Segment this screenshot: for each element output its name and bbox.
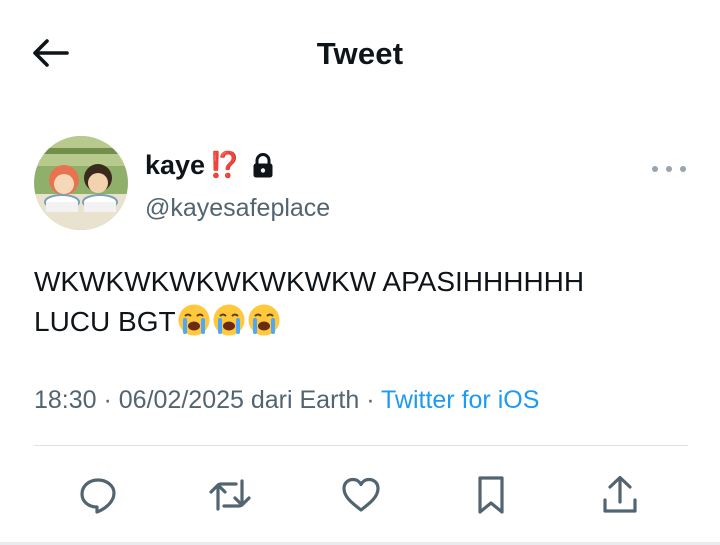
retweet-button[interactable] — [204, 470, 256, 520]
tweet-date: 06/02/2025 — [118, 386, 244, 414]
display-name: kaye — [145, 150, 206, 180]
reply-button[interactable] — [72, 470, 124, 520]
meta-separator: · — [359, 386, 382, 414]
tweet-actions — [34, 470, 688, 522]
more-horizontal-icon — [652, 166, 658, 172]
author-name-row[interactable]: kaye ⁉️ — [145, 150, 274, 181]
heart-icon — [342, 477, 380, 512]
loudly-crying-face-icon — [213, 304, 245, 336]
tweet-location: dari Earth — [243, 386, 360, 414]
more-dot — [680, 166, 686, 172]
more-dot — [666, 166, 672, 172]
lock-icon — [252, 152, 274, 179]
reply-icon — [80, 478, 116, 514]
author-handle[interactable]: @kayesafeplace — [145, 194, 330, 223]
share-icon — [603, 475, 637, 513]
page-title: Tweet — [316, 36, 404, 71]
share-button[interactable] — [594, 470, 646, 520]
retweet-icon — [209, 479, 251, 511]
tweet-body: WKWKWKWKWKWKWKW APASIHHHHHH LUCU BGT — [34, 266, 585, 337]
tweet-author: kaye ⁉️ @kayesafeplace — [34, 136, 694, 232]
avatar[interactable] — [34, 136, 128, 230]
meta-separator: · — [96, 386, 119, 414]
tweet-source-link[interactable]: Twitter for iOS — [381, 386, 539, 414]
name-emoji: ⁉️ — [209, 151, 240, 179]
top-bar: Tweet — [0, 0, 720, 108]
bookmark-button[interactable] — [465, 470, 517, 520]
tweet-text: WKWKWKWKWKWKWKW APASIHHHHHH LUCU BGT — [34, 262, 684, 342]
bookmark-icon — [478, 476, 504, 514]
divider — [34, 445, 688, 446]
more-options-button[interactable] — [652, 162, 686, 176]
like-button[interactable] — [335, 470, 387, 520]
tweet-meta: 18:30 · 06/02/2025 dari Earth · Twitter … — [34, 386, 539, 415]
loudly-crying-face-icon — [178, 304, 210, 336]
tweet-time: 18:30 — [34, 386, 97, 414]
loudly-crying-face-icon — [248, 304, 280, 336]
